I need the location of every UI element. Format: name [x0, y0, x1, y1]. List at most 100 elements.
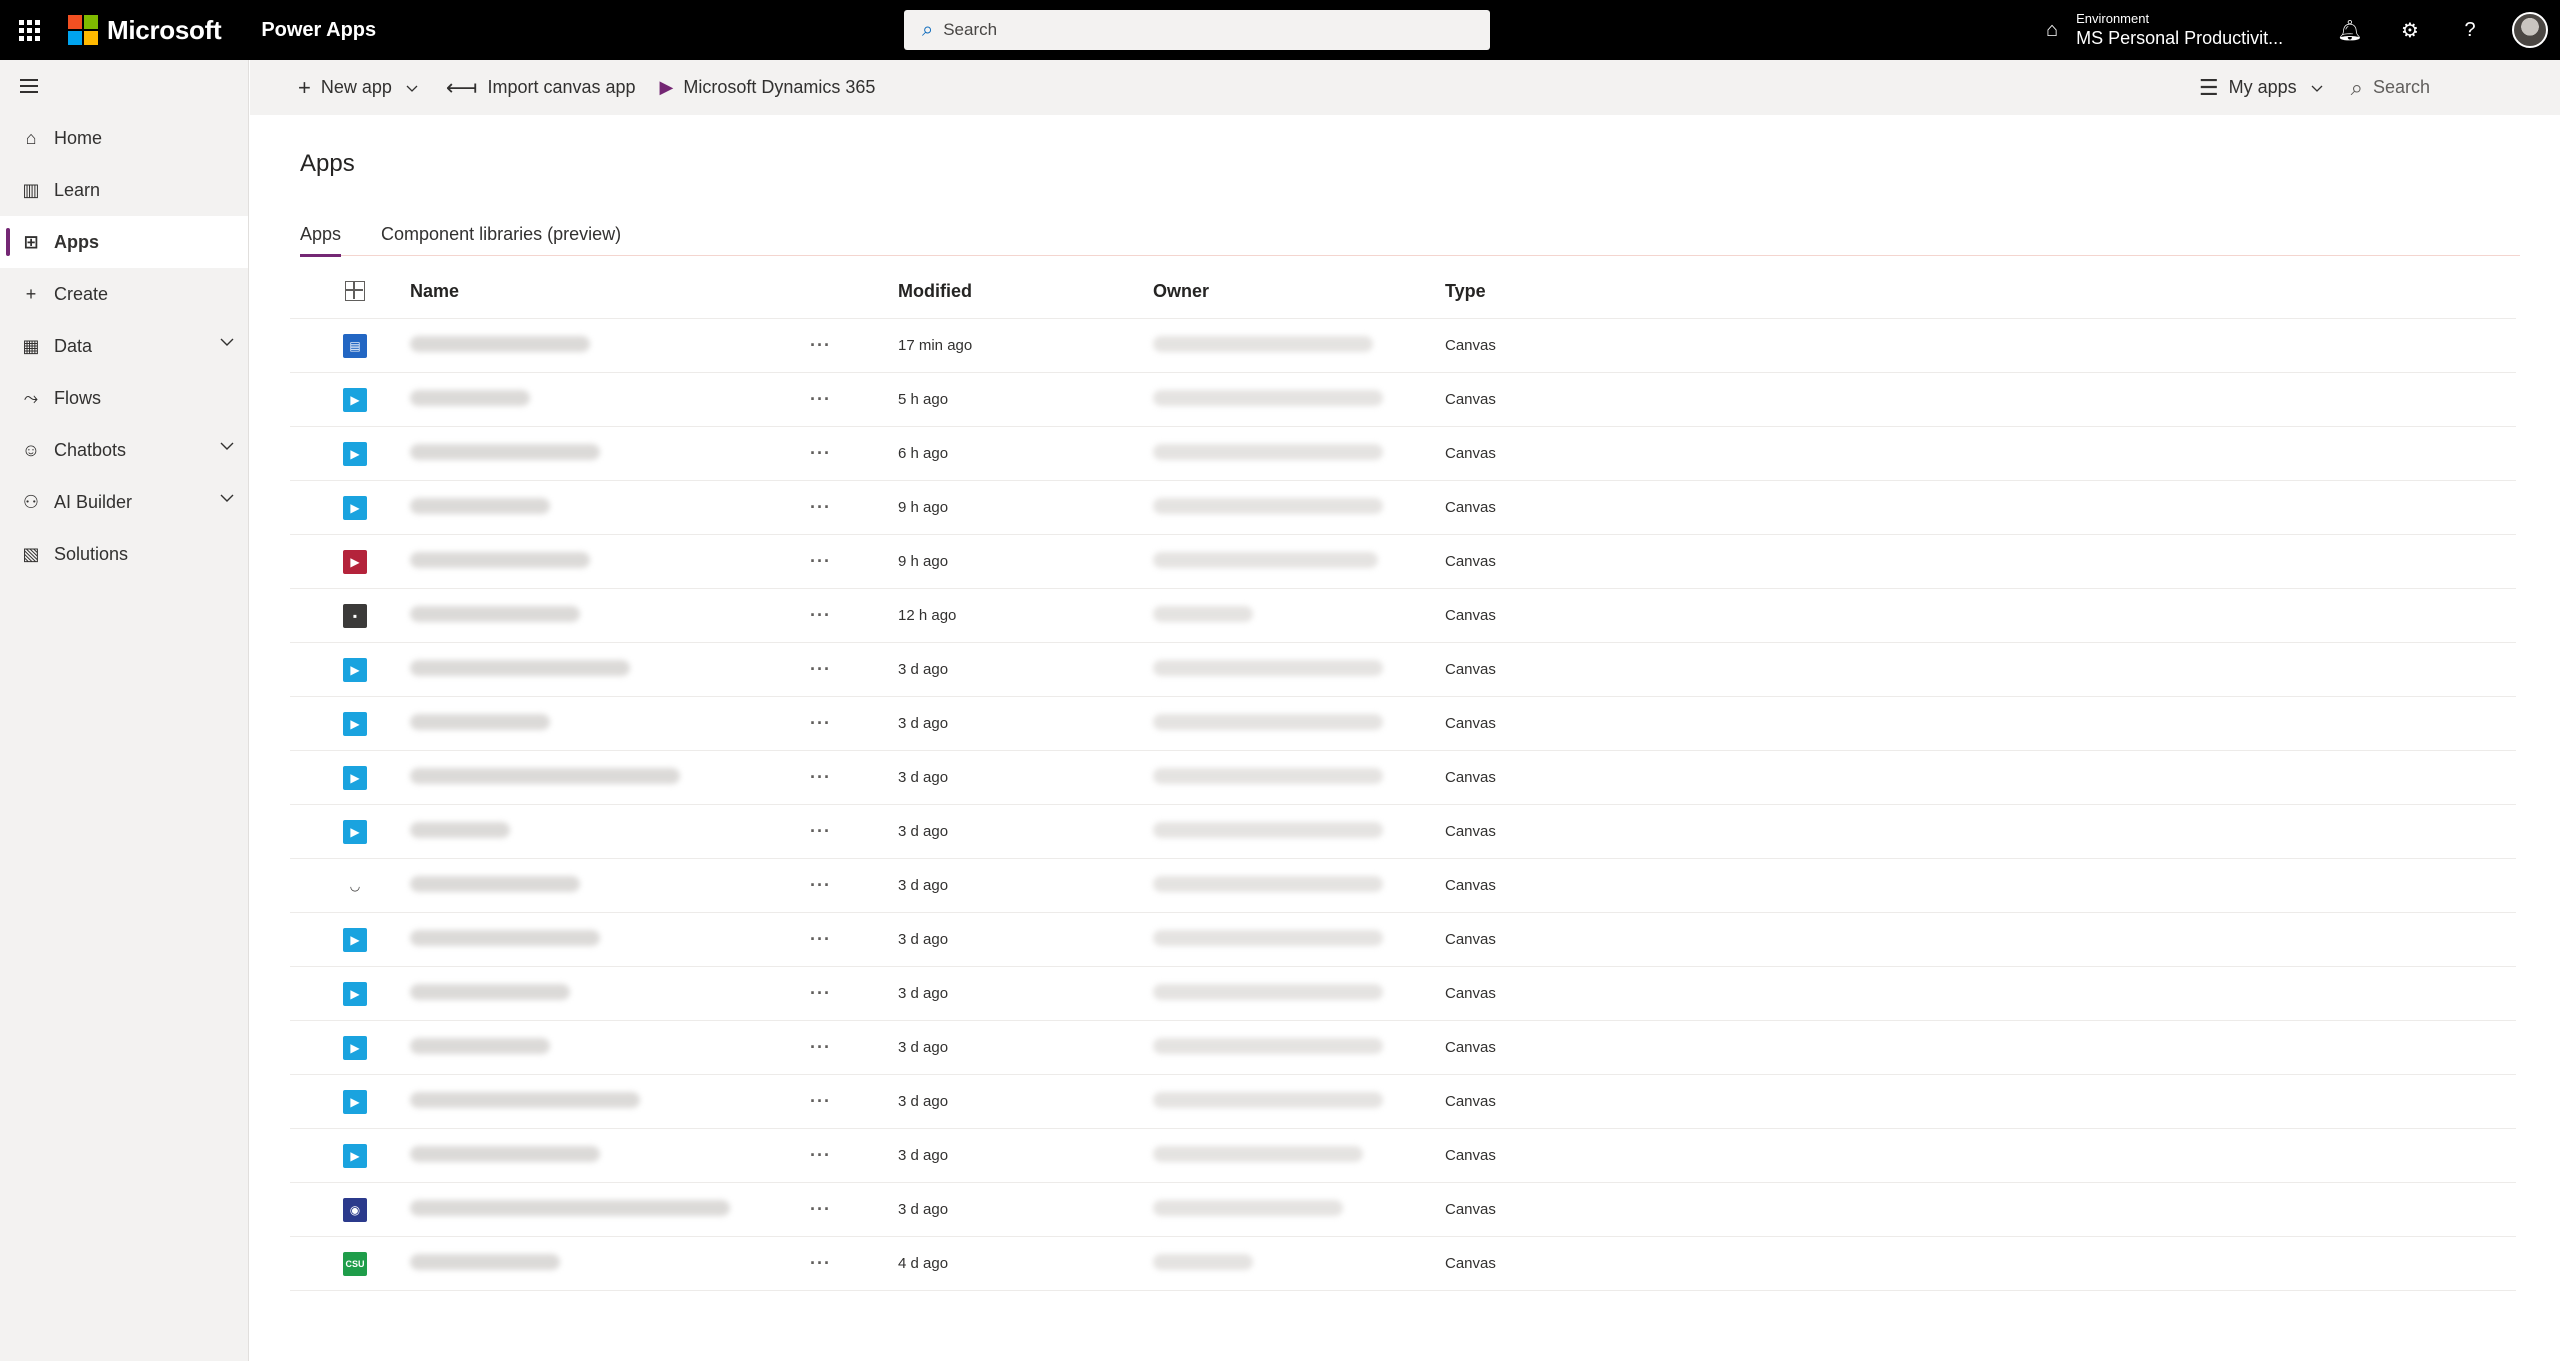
notifications-button[interactable]: 🔔︎ — [2320, 0, 2380, 60]
more-actions-button[interactable]: ··· — [810, 443, 898, 464]
sidebar-item-chatbots[interactable]: ☺ Chatbots — [0, 424, 248, 476]
table-row[interactable]: ▶ ··· 9 h ago Canvas — [290, 481, 2516, 535]
table-row[interactable]: ▶ ··· 3 d ago Canvas — [290, 913, 2516, 967]
app-launcher-button[interactable] — [0, 0, 58, 60]
sidebar-item-apps[interactable]: ⊞ Apps — [0, 216, 248, 268]
column-header-type[interactable]: Type — [1445, 281, 1745, 302]
sidebar-item-learn[interactable]: ▥ Learn — [0, 164, 248, 216]
app-name-redacted[interactable] — [410, 659, 630, 676]
modified-cell: 3 d ago — [898, 715, 949, 732]
help-button[interactable]: ? — [2440, 0, 2500, 60]
more-actions-button[interactable]: ··· — [810, 1037, 898, 1058]
sidebar-item-solutions[interactable]: ▧ Solutions — [0, 528, 248, 580]
app-icon: ▶ — [343, 441, 367, 466]
chevron-down-icon[interactable] — [220, 439, 234, 453]
more-actions-button[interactable]: ··· — [810, 983, 898, 1004]
search-icon: ⌕ — [922, 18, 934, 41]
chevron-down-icon[interactable] — [220, 335, 234, 349]
table-row[interactable]: ▶ ··· 3 d ago Canvas — [290, 643, 2516, 697]
sidebar-item-flows[interactable]: ⤳ Flows — [0, 372, 248, 424]
more-actions-button[interactable]: ··· — [810, 551, 898, 572]
more-actions-button[interactable]: ··· — [810, 335, 898, 356]
chevron-down-icon[interactable] — [220, 491, 234, 505]
account-button[interactable] — [2500, 0, 2560, 60]
column-header-owner[interactable]: Owner — [1153, 281, 1445, 302]
table-row[interactable]: ▶ ··· 5 h ago Canvas — [290, 373, 2516, 427]
table-row[interactable]: CSU ··· 4 d ago Canvas — [290, 1237, 2516, 1291]
app-title[interactable]: Power Apps — [261, 19, 376, 42]
app-name-redacted[interactable] — [410, 1253, 560, 1270]
table-row[interactable]: ▶ ··· 6 h ago Canvas — [290, 427, 2516, 481]
owner-redacted — [1153, 929, 1383, 946]
app-name-redacted[interactable] — [410, 389, 530, 406]
tab-apps[interactable]: Apps — [300, 212, 342, 257]
app-name-redacted[interactable] — [410, 1199, 730, 1216]
column-header-name[interactable]: Name — [410, 281, 810, 302]
new-app-button[interactable]: + New app — [298, 75, 418, 101]
table-row[interactable]: ▶ ··· 3 d ago Canvas — [290, 805, 2516, 859]
table-row[interactable]: ▪ ··· 12 h ago Canvas — [290, 589, 2516, 643]
command-bar: + New app ⟻ Import canvas app ▶ Microsof… — [250, 60, 2560, 115]
brand-name: Microsoft — [107, 14, 222, 45]
table-row[interactable]: ▶ ··· 3 d ago Canvas — [290, 1021, 2516, 1075]
more-actions-button[interactable]: ··· — [810, 767, 898, 788]
table-row[interactable]: ▶ ··· 3 d ago Canvas — [290, 967, 2516, 1021]
app-name-redacted[interactable] — [410, 497, 550, 514]
more-actions-button[interactable]: ··· — [810, 497, 898, 518]
waffle-icon — [18, 19, 40, 41]
collapse-nav-button[interactable] — [0, 60, 248, 112]
app-name-redacted[interactable] — [410, 443, 600, 460]
app-name-redacted[interactable] — [410, 335, 590, 352]
app-icon: ▶ — [343, 1035, 367, 1060]
more-actions-button[interactable]: ··· — [810, 821, 898, 842]
more-actions-button[interactable]: ··· — [810, 875, 898, 896]
app-name-redacted[interactable] — [410, 1091, 640, 1108]
dynamics-365-button[interactable]: ▶ Microsoft Dynamics 365 — [660, 77, 876, 98]
more-actions-button[interactable]: ··· — [810, 1253, 898, 1274]
app-name-redacted[interactable] — [410, 875, 580, 892]
app-name-redacted[interactable] — [410, 821, 510, 838]
sidebar-item-data[interactable]: ▦ Data — [0, 320, 248, 372]
sidebar-item-ai-builder[interactable]: ⚇ AI Builder — [0, 476, 248, 528]
table-row[interactable]: ▶ ··· 9 h ago Canvas — [290, 535, 2516, 589]
more-actions-button[interactable]: ··· — [810, 1199, 898, 1220]
table-row[interactable]: ◡ ··· 3 d ago Canvas — [290, 859, 2516, 913]
app-name-redacted[interactable] — [410, 1037, 550, 1054]
app-name-redacted[interactable] — [410, 767, 680, 784]
more-actions-button[interactable]: ··· — [810, 1145, 898, 1166]
app-name-redacted[interactable] — [410, 929, 600, 946]
more-actions-button[interactable]: ··· — [810, 713, 898, 734]
table-row[interactable]: ▶ ··· 3 d ago Canvas — [290, 1075, 2516, 1129]
microsoft-logo[interactable]: Microsoft — [68, 14, 222, 46]
more-actions-button[interactable]: ··· — [810, 1091, 898, 1112]
sidebar-item-create[interactable]: + Create — [0, 268, 248, 320]
type-cell: Canvas — [1445, 769, 1496, 786]
environment-picker[interactable]: ⌂ Environment MS Personal Productivit... — [2046, 0, 2283, 60]
column-header-modified[interactable]: Modified — [898, 281, 1153, 302]
more-actions-button[interactable]: ··· — [810, 389, 898, 410]
table-row[interactable]: ▤ ··· 17 min ago Canvas — [290, 319, 2516, 373]
owner-redacted — [1153, 551, 1378, 568]
app-name-redacted[interactable] — [410, 983, 570, 1000]
more-actions-button[interactable]: ··· — [810, 605, 898, 626]
apps-search-box[interactable]: ⌕ Search — [2351, 75, 2430, 101]
app-icon: ▶ — [343, 1089, 367, 1114]
table-row[interactable]: ▶ ··· 3 d ago Canvas — [290, 697, 2516, 751]
more-actions-button[interactable]: ··· — [810, 929, 898, 950]
more-actions-button[interactable]: ··· — [810, 659, 898, 680]
owner-redacted — [1153, 443, 1383, 460]
table-row[interactable]: ▶ ··· 3 d ago Canvas — [290, 751, 2516, 805]
app-name-redacted[interactable] — [410, 551, 590, 568]
settings-button[interactable]: ⚙ — [2380, 0, 2440, 60]
filter-my-apps-button[interactable]: ☰ My apps — [2199, 75, 2323, 101]
app-name-redacted[interactable] — [410, 605, 580, 622]
import-canvas-app-button[interactable]: ⟻ Import canvas app — [446, 75, 636, 101]
tab-component-libraries[interactable]: Component libraries (preview) — [381, 212, 621, 256]
sidebar-item-home[interactable]: ⌂ Home — [0, 112, 248, 164]
app-name-redacted[interactable] — [410, 713, 550, 730]
type-cell: Canvas — [1445, 445, 1496, 462]
global-search-box[interactable]: ⌕ Search — [904, 10, 1490, 50]
table-row[interactable]: ▶ ··· 3 d ago Canvas — [290, 1129, 2516, 1183]
app-name-redacted[interactable] — [410, 1145, 600, 1162]
table-row[interactable]: ◉ ··· 3 d ago Canvas — [290, 1183, 2516, 1237]
